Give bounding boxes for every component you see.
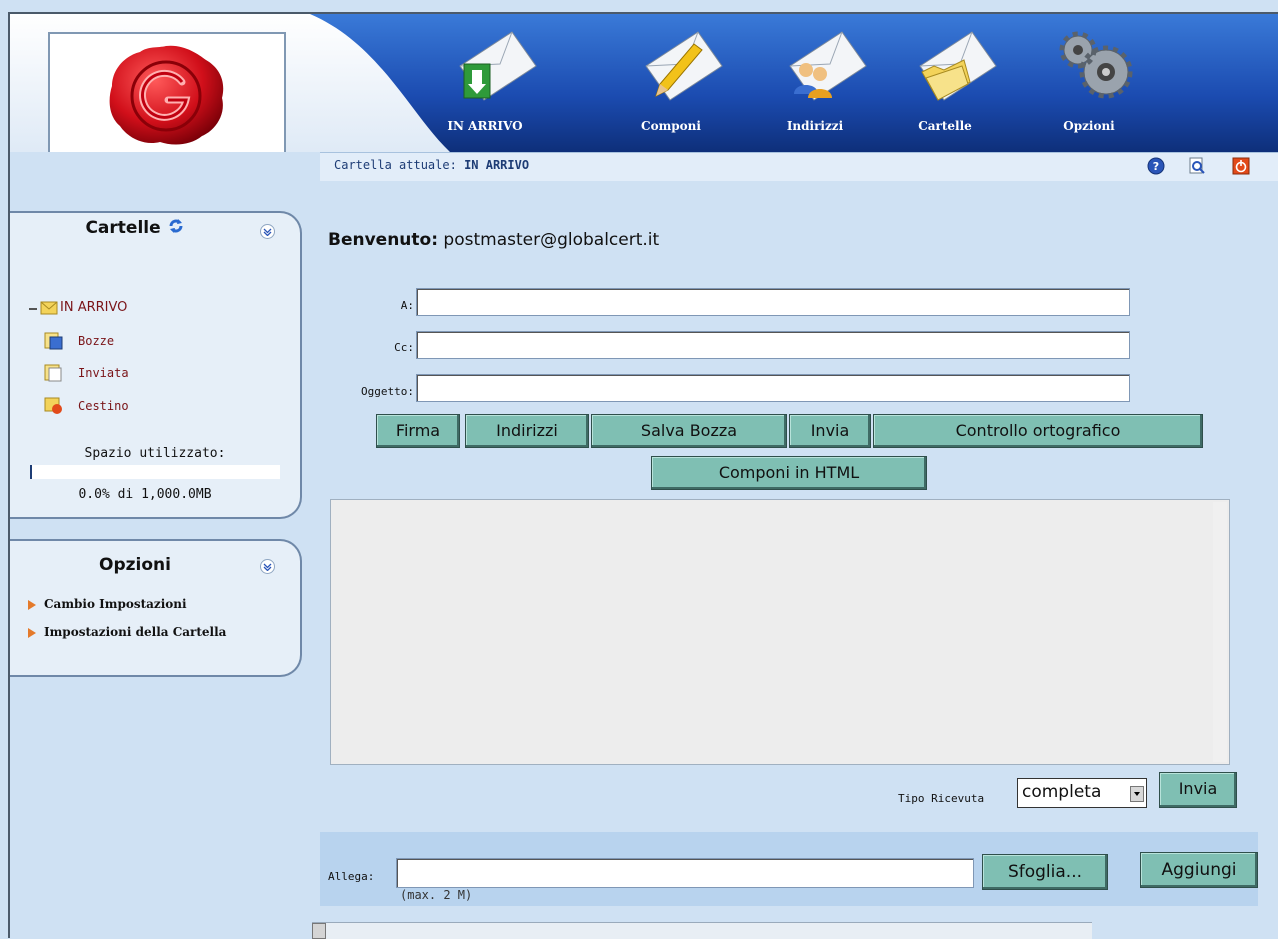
cc-field[interactable] [416, 331, 1130, 359]
receipt-type-label: Tipo Ricevuta [898, 792, 985, 805]
salva-bozza-button[interactable]: Salva Bozza [591, 414, 787, 448]
nav-label: IN ARRIVO [447, 119, 523, 133]
attach-file-field[interactable] [396, 858, 974, 888]
welcome-user: postmaster@globalcert.it [443, 230, 660, 250]
nav-item-opzioni[interactable]: Opzioni [1034, 22, 1144, 144]
folders-envelope-icon [919, 31, 997, 101]
options-panel: Opzioni Cambio Impostazioni Impostazioni… [10, 539, 302, 677]
link-label: Cambio Impostazioni [44, 597, 187, 611]
receipt-type-select[interactable]: completa [1017, 778, 1147, 808]
horizontal-scrollbar[interactable] [312, 922, 1092, 939]
arrow-bullet-icon [28, 599, 36, 610]
cc-label: Cc: [394, 341, 414, 354]
welcome-label: Benvenuto: [328, 230, 439, 250]
nav-label: Opzioni [1063, 119, 1115, 133]
to-field[interactable] [416, 288, 1130, 316]
trash-folder-icon [44, 397, 62, 414]
header-left-strip [10, 152, 320, 180]
drafts-folder-icon [44, 332, 63, 350]
invia-top-button[interactable]: Invia [789, 414, 871, 448]
invia-button[interactable]: Invia [1159, 772, 1237, 808]
compose-envelope-icon [645, 31, 723, 101]
welcome-line: Benvenuto: postmaster@globalcert.it [328, 230, 659, 250]
nav-item-indirizzi[interactable]: Indirizzi [760, 22, 870, 144]
attach-label: Allega: [328, 870, 375, 883]
folder-cestino[interactable]: Cestino [44, 397, 244, 417]
subject-field[interactable] [416, 374, 1130, 402]
attach-size-note: (max. 2 M) [400, 888, 473, 902]
mail-window: IN ARRIVO Componi Indirizzi Cartelle Opz… [8, 12, 1278, 939]
usage-bar-fill [30, 465, 32, 479]
nav-label: Cartelle [918, 119, 972, 133]
folders-panel: Cartelle IN ARRIVO Bozze Inviata Cestino… [10, 211, 302, 519]
inbox-envelope-icon [459, 31, 537, 101]
folders-title-text: Cartelle [85, 218, 161, 238]
collapse-options-icon[interactable] [260, 559, 275, 574]
link-cambio-impostazioni[interactable]: Cambio Impostazioni [28, 597, 187, 611]
message-body[interactable] [330, 499, 1230, 765]
nav-item-componi[interactable]: Componi [616, 22, 726, 144]
inbox-folder-icon [40, 301, 58, 315]
collapse-folders-icon[interactable] [260, 224, 275, 239]
usage-bar [30, 465, 280, 479]
nav-label: Componi [641, 119, 701, 133]
link-label: Impostazioni della Cartella [44, 625, 227, 639]
usage-label: Spazio utilizzato: [84, 446, 226, 461]
gears-icon [1059, 31, 1133, 99]
logout-icon[interactable] [1232, 157, 1250, 175]
nav-item-cartelle[interactable]: Cartelle [890, 22, 1000, 144]
folder-label: Inviata [78, 366, 129, 380]
subject-label: Oggetto: [361, 385, 414, 398]
refresh-icon[interactable] [167, 217, 185, 235]
folder-label: Bozze [78, 334, 115, 348]
folder-label: Cestino [78, 399, 129, 413]
current-folder-caption: Cartella attuale: [334, 158, 457, 172]
help-icon[interactable]: ? [1147, 157, 1165, 175]
arrow-bullet-icon [28, 627, 36, 638]
folder-bozze[interactable]: Bozze [44, 332, 244, 352]
compose-html-button[interactable]: Componi in HTML [651, 456, 927, 490]
tree-collapse-icon[interactable] [28, 304, 38, 314]
add-attachment-button[interactable]: Aggiungi [1140, 852, 1258, 888]
search-icon[interactable] [1188, 157, 1206, 175]
sent-folder-icon [44, 364, 62, 382]
to-label: A: [400, 299, 414, 312]
body-scrollbar[interactable] [1213, 502, 1227, 762]
folders-panel-title: Cartelle [10, 217, 260, 238]
receipt-type-value: completa [1022, 782, 1102, 802]
chevron-down-icon[interactable] [1130, 786, 1144, 802]
link-impostazioni-cartella[interactable]: Impostazioni della Cartella [28, 625, 226, 639]
spellcheck-button[interactable]: Controllo ortografico [873, 414, 1203, 448]
options-panel-title: Opzioni [99, 555, 171, 575]
current-folder-value: IN ARRIVO [464, 158, 530, 172]
attachment-bar: Allega: Sfoglia... Aggiungi (max. 2 M) [320, 832, 1258, 906]
folder-in-arrivo[interactable]: IN ARRIVO [28, 299, 228, 319]
firma-button[interactable]: Firma [376, 414, 460, 448]
svg-text:?: ? [1153, 160, 1159, 173]
usage-text: 0.0% di 1,000.0MB [78, 487, 212, 502]
header: IN ARRIVO Componi Indirizzi Cartelle Opz… [10, 14, 1278, 157]
nav-label: Indirizzi [786, 119, 844, 133]
contacts-envelope-icon [789, 31, 867, 101]
folder-inviata[interactable]: Inviata [44, 364, 244, 384]
indirizzi-button[interactable]: Indirizzi [465, 414, 589, 448]
status-bar: Cartella attuale: IN ARRIVO ? [320, 152, 1278, 181]
logo-box [48, 32, 286, 157]
scroll-left-button[interactable] [312, 923, 326, 939]
browse-button[interactable]: Sfoglia... [982, 854, 1108, 890]
wax-seal-logo [109, 45, 224, 145]
current-folder-label: Cartella attuale: IN ARRIVO [334, 158, 529, 172]
nav-item-in-arrivo[interactable]: IN ARRIVO [430, 22, 540, 144]
folder-label: IN ARRIVO [60, 300, 128, 315]
